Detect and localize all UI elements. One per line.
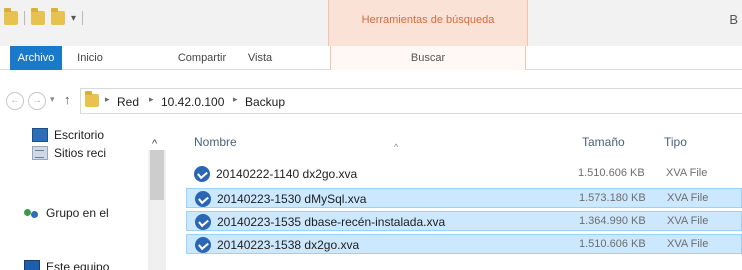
tab-vista[interactable]: Vista [240,46,280,70]
file-name: 20140223-1535 dbase-recén-instalada.xva [217,215,446,229]
file-list: Nombre ^ Tamaño Tipo 20140222-1140 dx2go… [172,114,742,270]
table-row[interactable]: 20140222-1140 dx2go.xva 1.510.606 KB XVA… [186,164,742,184]
sort-ascending-icon: ^ [394,142,399,152]
nav-item-label: Este equipo [46,260,110,270]
xva-file-icon [195,191,211,207]
column-header-type[interactable]: Tipo [664,130,734,154]
computer-icon [24,260,40,270]
xva-file-icon [194,166,210,182]
table-row[interactable]: 20140223-1535 dbase-recén-instalada.xva … [186,211,742,231]
breadcrumb-separator-icon[interactable]: ▸ [233,94,238,105]
file-type: XVA File [667,192,709,204]
xva-file-icon [195,214,211,230]
folder-icon[interactable] [4,8,18,25]
nav-item-escritorio[interactable]: Escritorio [32,126,104,144]
address-row: ← → ▾ ↑ ▸ Red ▸ 10.42.0.100 ▸ Backup [0,88,742,114]
file-size: 1.510.606 KB [579,238,646,250]
breadcrumb-separator-icon[interactable]: ▸ [105,94,110,105]
customize-toolbar-chevron-icon[interactable]: ▾ [71,13,76,24]
file-type: XVA File [667,215,709,227]
nav-item-grupo-hogar[interactable]: Grupo en el [24,204,109,222]
tab-archivo[interactable]: Archivo [10,46,62,70]
tab-inicio[interactable]: Inicio [66,46,114,70]
network-folder-icon [85,91,99,107]
window-title: B [729,12,738,27]
nav-item-sitios-recientes[interactable]: Sitios reci [32,144,106,162]
column-header-size[interactable]: Tamaño [582,130,652,154]
file-name: 20140223-1530 dMySql.xva [217,192,367,206]
xva-file-icon [195,237,211,253]
nav-item-label: Grupo en el [46,206,109,220]
breadcrumb-red[interactable]: Red [117,95,139,109]
title-bar: ▾ Herramientas de búsqueda B [0,0,742,46]
scroll-up-chevron-icon[interactable]: ^ [152,138,157,150]
breadcrumb-separator-icon[interactable]: ▸ [149,94,154,105]
toolbar-divider [24,11,25,25]
back-button[interactable]: ← [6,92,24,110]
file-size: 1.510.606 KB [578,167,645,179]
quick-access-toolbar: ▾ [4,8,84,28]
breadcrumb-backup[interactable]: Backup [245,95,285,109]
file-name: 20140222-1140 dx2go.xva [216,167,358,181]
homegroup-icon [24,206,40,220]
nav-item-label: Sitios reci [54,146,107,160]
column-header-label: Nombre [194,135,237,149]
contextual-tab-label: Herramientas de búsqueda [361,14,495,26]
tab-buscar[interactable]: Buscar [330,46,526,70]
file-type: XVA File [667,238,709,250]
table-row[interactable]: 20140223-1530 dMySql.xva 1.573.180 KB XV… [186,188,742,208]
contextual-tab-header: Herramientas de búsqueda [328,0,528,46]
up-button[interactable]: ↑ [64,92,71,107]
file-name: 20140223-1538 dx2go.xva [217,238,360,252]
recent-locations-chevron-icon[interactable]: ▾ [50,94,55,105]
toolbar-divider [82,11,84,25]
desktop-icon [32,128,48,142]
new-folder-icon[interactable] [51,8,65,25]
file-type: XVA File [666,167,708,179]
breadcrumb-host[interactable]: 10.42.0.100 [161,95,224,109]
forward-button[interactable]: → [28,92,46,110]
nav-item-este-equipo[interactable]: Este equipo [24,258,109,270]
navigation-scrollbar-thumb[interactable] [150,150,164,200]
file-size: 1.573.180 KB [579,192,646,204]
navigation-pane: Escritorio Sitios reci Grupo en el Este … [0,114,168,270]
ribbon-tabs: Archivo Inicio Compartir Vista Buscar [0,46,742,70]
nav-item-label: Escritorio [54,128,105,142]
address-bar[interactable]: ▸ Red ▸ 10.42.0.100 ▸ Backup [80,88,742,114]
column-header-name[interactable]: Nombre ^ [194,130,554,154]
tab-compartir[interactable]: Compartir [170,46,234,70]
table-row[interactable]: 20140223-1538 dx2go.xva 1.510.606 KB XVA… [186,234,742,254]
file-size: 1.364.990 KB [579,215,646,227]
recent-sites-icon [32,146,48,160]
properties-icon[interactable] [31,8,45,25]
